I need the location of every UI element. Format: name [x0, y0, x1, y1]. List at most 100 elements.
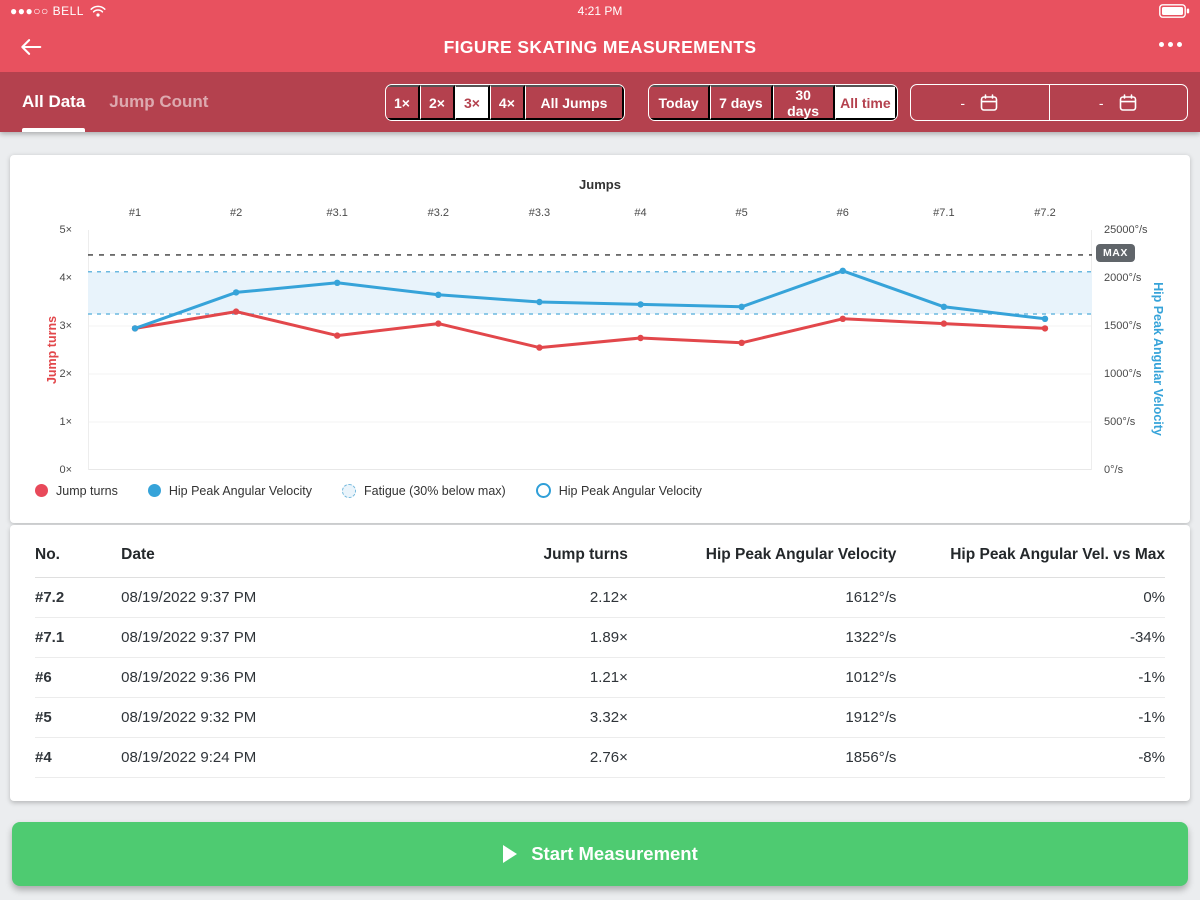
x-label-1: #1: [129, 207, 141, 219]
range-filter-all-time[interactable]: All time: [835, 85, 897, 120]
tab-bar: All Data Jump Count: [22, 72, 208, 132]
time-range-filter-group: Today7 days30 daysAll time: [648, 84, 898, 121]
table-row-4[interactable]: #408/19/2022 9:24 PM2.76×1856°/s-8%: [35, 738, 1165, 778]
x-label-3.2: #3.2: [428, 207, 449, 219]
column-header-jump-turns: Jump turns: [425, 525, 628, 578]
cell-hpav: 1912°/s: [628, 698, 897, 738]
jump-filter-3[interactable]: 3×: [455, 85, 490, 120]
cell-vsmax: 0%: [896, 578, 1165, 618]
cell-no: #5: [35, 698, 121, 738]
cell-vsmax: -1%: [896, 698, 1165, 738]
ellipsis-icon: [1159, 42, 1164, 47]
back-arrow-icon: [18, 36, 42, 58]
wifi-icon: [90, 5, 106, 17]
sub-nav: All Data Jump Count 1×2×3×4×All Jumps Tod…: [0, 72, 1200, 132]
battery-icon: [1159, 4, 1190, 18]
legend-label: Fatigue (30% below max): [364, 484, 506, 498]
cell-no: #7.1: [35, 618, 121, 658]
jump-type-filter-group: 1×2×3×4×All Jumps: [385, 84, 625, 121]
chart-title: Jumps: [10, 177, 1190, 192]
legend-item-hip-peak-angular-velocity[interactable]: Hip Peak Angular Velocity: [148, 484, 312, 498]
page-title: FIGURE SKATING MEASUREMENTS: [0, 37, 1200, 58]
date-from-picker[interactable]: -: [911, 85, 1049, 120]
jump-filter-2[interactable]: 2×: [420, 85, 455, 120]
left-tick-4: 4×: [59, 272, 72, 284]
right-tick-500-s: 500°/s: [1104, 416, 1135, 428]
cell-date: 08/19/2022 9:32 PM: [121, 698, 425, 738]
x-label-7.1: #7.1: [933, 207, 954, 219]
cell-hpav: 1012°/s: [628, 658, 897, 698]
status-bar: ●●●○○ BELL 4:21 PM: [0, 0, 1200, 22]
jump-filter-4[interactable]: 4×: [490, 85, 525, 120]
calendar-icon: [979, 93, 999, 113]
dashed-circle-swatch-icon: [342, 484, 356, 498]
cell-date: 08/19/2022 9:36 PM: [121, 658, 425, 698]
cell-hpav: 1612°/s: [628, 578, 897, 618]
right-tick-1500-s: 1500°/s: [1104, 320, 1141, 332]
cell-no: #7.2: [35, 578, 121, 618]
jump-filter-all-jumps[interactable]: All Jumps: [525, 85, 624, 120]
table-row-7.2[interactable]: #7.208/19/2022 9:37 PM2.12×1612°/s0%: [35, 578, 1165, 618]
date-range-group: - -: [910, 84, 1188, 121]
status-time: 4:21 PM: [0, 0, 1200, 22]
outline-blue-swatch-icon: [536, 483, 551, 498]
cell-turns: 2.12×: [425, 578, 628, 618]
cell-no: #4: [35, 738, 121, 778]
x-label-3.1: #3.1: [327, 207, 348, 219]
cell-vsmax: -8%: [896, 738, 1165, 778]
cell-turns: 2.76×: [425, 738, 628, 778]
x-label-2: #2: [230, 207, 242, 219]
right-tick-25000-s: 25000°/s: [1104, 224, 1148, 236]
left-tick-5: 5×: [59, 224, 72, 236]
x-label-5: #5: [736, 207, 748, 219]
legend-label: Jump turns: [56, 484, 118, 498]
table-row-6[interactable]: #608/19/2022 9:36 PM1.21×1012°/s-1%: [35, 658, 1165, 698]
chart-legend: Jump turns Hip Peak Angular Velocity Fatig…: [35, 483, 702, 498]
start-measurement-button[interactable]: Start Measurement: [12, 822, 1188, 886]
legend-item-hip-peak-angular-velocity[interactable]: Hip Peak Angular Velocity: [536, 483, 702, 498]
left-tick-0: 0×: [59, 464, 72, 476]
legend-item-fatigue-30-below-max[interactable]: Fatigue (30% below max): [342, 484, 506, 498]
data-table-card: No.DateJump turnsHip Peak Angular Veloci…: [10, 525, 1190, 801]
x-label-6: #6: [837, 207, 849, 219]
jump-filter-1[interactable]: 1×: [386, 85, 420, 120]
filled-red-swatch-icon: [35, 484, 48, 497]
legend-label: Hip Peak Angular Velocity: [169, 484, 312, 498]
more-menu-button[interactable]: [1157, 36, 1184, 53]
max-badge: MAX: [1096, 244, 1135, 262]
table-row-5[interactable]: #508/19/2022 9:32 PM3.32×1912°/s-1%: [35, 698, 1165, 738]
plot-svg: [88, 230, 1092, 470]
cell-turns: 1.89×: [425, 618, 628, 658]
cell-turns: 3.32×: [425, 698, 628, 738]
cell-hpav: 1322°/s: [628, 618, 897, 658]
tab-all-data[interactable]: All Data: [22, 72, 85, 132]
cell-no: #6: [35, 658, 121, 698]
column-header-no.: No.: [35, 525, 121, 578]
cell-date: 08/19/2022 9:37 PM: [121, 578, 425, 618]
filled-blue-swatch-icon: [148, 484, 161, 497]
table-row-7.1[interactable]: #7.108/19/2022 9:37 PM1.89×1322°/s-34%: [35, 618, 1165, 658]
range-filter-7-days[interactable]: 7 days: [710, 85, 772, 120]
carrier-label: ●●●○○ BELL: [10, 4, 84, 18]
play-icon: [502, 844, 518, 864]
legend-item-jump-turns[interactable]: Jump turns: [35, 484, 118, 498]
back-button[interactable]: [12, 30, 48, 64]
header-row: FIGURE SKATING MEASUREMENTS: [0, 22, 1200, 72]
column-header-hip-peak-angular-velocity: Hip Peak Angular Velocity: [628, 525, 897, 578]
right-tick-1000-s: 1000°/s: [1104, 368, 1141, 380]
range-filter-30-days[interactable]: 30 days: [773, 85, 835, 120]
range-filter-today[interactable]: Today: [649, 85, 710, 120]
date-to-value: -: [1099, 95, 1104, 111]
right-tick-2000-s: 2000°/s: [1104, 272, 1141, 284]
column-header-hip-peak-angular-vel.-vs-max: Hip Peak Angular Vel. vs Max: [896, 525, 1165, 578]
tab-jump-count[interactable]: Jump Count: [109, 72, 208, 132]
column-header-date: Date: [121, 525, 425, 578]
x-label-4: #4: [634, 207, 646, 219]
calendar-icon: [1118, 93, 1138, 113]
left-axis-title: Jump turns: [45, 290, 59, 410]
carrier-signal: ●●●○○ BELL: [10, 4, 106, 18]
right-axis-title: Hip Peak Angular Velocity: [1151, 269, 1165, 449]
cell-hpav: 1856°/s: [628, 738, 897, 778]
x-label-7.2: #7.2: [1034, 207, 1055, 219]
date-to-picker[interactable]: -: [1049, 85, 1188, 120]
